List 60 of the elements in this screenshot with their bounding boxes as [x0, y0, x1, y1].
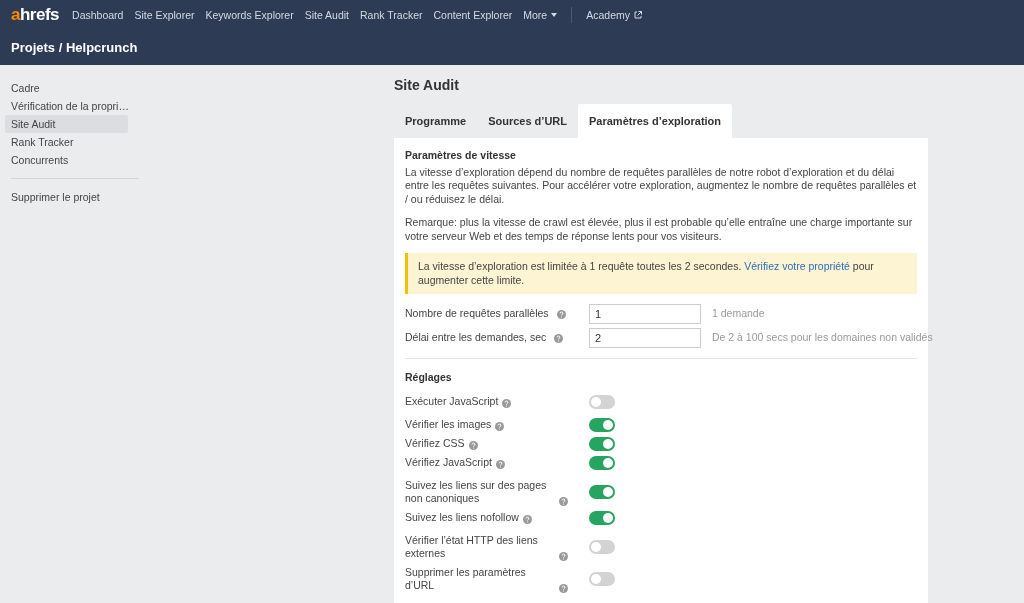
nav-link[interactable]: Keywords Explorer [205, 9, 294, 21]
toggle-switch[interactable] [589, 510, 615, 525]
paragraph: Remarque: plus la vitesse de crawl est élevée, plus il est probable qu’elle entraîne une charge importante sur votre serveur Web et des temps de réponse lents pour vos visiteurs. [405, 216, 914, 243]
toggle-label: Vérifier l’état HTTP des liens externes [405, 533, 539, 561]
tab[interactable]: Paramètres d’exploration [578, 104, 733, 138]
toggle-label: Suivez les liens nofollow [405, 510, 519, 525]
external-link-icon [634, 11, 642, 19]
input-field[interactable]: 1 [589, 304, 701, 324]
nav-link[interactable]: Site Explorer [134, 9, 195, 21]
toggle-label: Vérifiez CSS [405, 436, 465, 451]
nav-dropdown[interactable]: More [523, 9, 558, 21]
breadcrumb: Projets / Helpcrunch [11, 40, 138, 55]
section-heading: Réglages [405, 371, 453, 385]
help-icon[interactable] [468, 441, 478, 451]
field-hint: 1 demande [712, 307, 765, 321]
field-hint: De 2 à 100 secs pour les domaines non validés [712, 331, 933, 345]
help-icon[interactable] [502, 399, 512, 409]
toggle-switch[interactable] [589, 417, 615, 432]
sidebar-item[interactable]: Supprimer le projet [5, 188, 128, 206]
help-icon[interactable] [559, 496, 568, 506]
tab[interactable]: Programme [394, 104, 478, 138]
sidebar-item[interactable]: Concurrents [5, 151, 128, 169]
caret-icon [551, 13, 558, 17]
link[interactable]: Vérifiez votre propriété [744, 260, 850, 272]
toggle-label: Vérifiez JavaScript [405, 455, 492, 470]
field-label: Délai entre les demandes, sec [405, 331, 547, 345]
help-icon[interactable] [559, 583, 568, 593]
section-heading: Paramètres de vitesse [405, 149, 517, 163]
toggle-label: Suivez les liens sur des pages non canoniques [405, 478, 548, 506]
toggle-switch[interactable] [589, 455, 615, 470]
sidebar-item[interactable]: Site Audit [5, 115, 128, 133]
toggle-label: Supprimer les paramètres d’URL [405, 565, 527, 593]
help-icon[interactable] [495, 422, 505, 432]
help-icon[interactable] [495, 460, 505, 470]
toggle-label: Exécuter JavaScript [405, 394, 499, 409]
toggle-switch[interactable] [589, 394, 615, 409]
toggle-switch[interactable] [589, 572, 615, 586]
toggle-switch[interactable] [589, 436, 615, 451]
input-field[interactable]: 2 [589, 328, 701, 348]
notice-text: La vitesse d’exploration est limitée à 1 requête toutes les 2 secondes. Vérifiez votre propriété pour augmenter cette limite. [405, 253, 917, 294]
ahrefs-logo[interactable]: ahrefs [11, 5, 60, 25]
help-icon[interactable] [554, 333, 564, 343]
paragraph: La vitesse d’exploration dépend du nombre de requêtes parallèles de notre robot d’exploration et du délai entre les requêtes suivantes. Pour accélérer votre exploration, augmentez le nombre de requêtes parallèles et / ou réduisez le délai. [405, 165, 917, 206]
sidebar-item[interactable]: Rank Tracker [5, 133, 128, 151]
toggle-switch[interactable] [589, 485, 615, 499]
help-icon[interactable] [559, 551, 568, 561]
nav-link[interactable]: Site Audit [304, 9, 350, 21]
help-icon[interactable] [522, 515, 532, 525]
nav-link[interactable]: Dashboard [72, 9, 124, 21]
tab[interactable]: Sources d’URL [477, 104, 578, 138]
page-title: Site Audit [394, 77, 460, 93]
field-label: Nombre de requêtes parallèles [405, 307, 549, 321]
nav-link[interactable]: Rank Tracker [360, 9, 423, 21]
toggle-label: Vérifier les images [405, 417, 492, 432]
sidebar-item[interactable]: Cadre [5, 79, 128, 97]
help-icon[interactable] [556, 309, 566, 319]
nav-link[interactable]: Academy [586, 9, 642, 21]
nav-link[interactable]: Content Explorer [433, 9, 513, 21]
toggle-switch[interactable] [589, 540, 615, 554]
sidebar-item[interactable]: Vérification de la propri… [5, 97, 135, 115]
